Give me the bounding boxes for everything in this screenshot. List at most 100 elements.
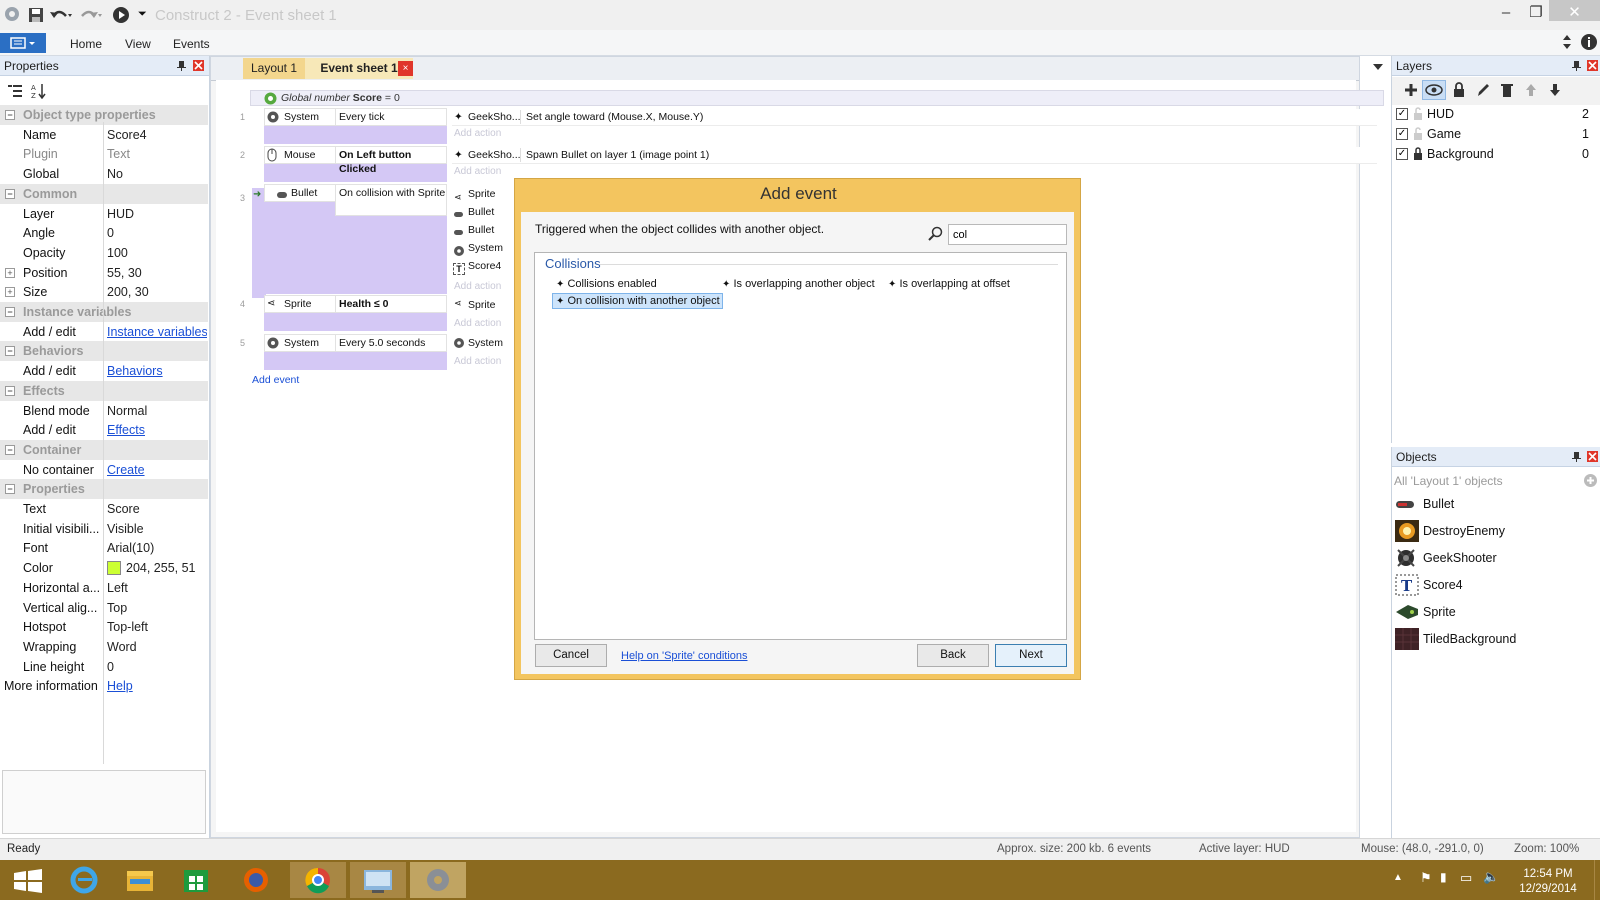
edit-layer-icon[interactable] <box>1476 82 1490 98</box>
property-row[interactable]: + Position 55, 30 <box>0 263 208 283</box>
event-condition[interactable]: On collision with Sprite <box>335 184 447 216</box>
back-button[interactable]: Back <box>917 644 989 667</box>
internet-explorer-icon[interactable] <box>56 862 112 898</box>
help-link[interactable]: Help on 'Sprite' conditions <box>621 650 748 662</box>
property-row[interactable]: Vertical alig... Top <box>0 598 208 618</box>
help-link-text[interactable]: Help on 'Sprite' conditions <box>621 650 748 662</box>
close-tab-icon[interactable]: × <box>398 61 413 76</box>
network-icon[interactable]: ▭ <box>1460 870 1472 886</box>
lock-layer-icon[interactable] <box>1452 82 1466 98</box>
property-value[interactable]: 100 <box>107 243 207 263</box>
object-row[interactable]: DestroyEnemy <box>1394 518 1594 544</box>
event-condition[interactable]: Health ≤ 0 <box>335 295 447 313</box>
customize-toolbar-icon[interactable]: ⏷ <box>138 8 147 21</box>
pin-icon[interactable] <box>176 60 187 71</box>
volume-icon[interactable]: 🔈 <box>1483 869 1499 885</box>
property-row[interactable]: Plugin Text <box>0 144 208 164</box>
property-row[interactable]: Hotspot Top-left <box>0 617 208 637</box>
add-action-link[interactable]: Add action <box>454 356 501 367</box>
property-row[interactable]: Global No <box>0 164 208 184</box>
property-row[interactable]: No container Create <box>0 460 208 480</box>
property-section-header[interactable]: − Instance variables <box>0 302 208 322</box>
control-panel-icon[interactable] <box>350 862 406 898</box>
collapse-section-icon[interactable]: − <box>5 189 15 199</box>
close-panel-icon[interactable] <box>1587 60 1598 71</box>
add-action-link[interactable]: Add action <box>454 281 501 292</box>
property-value[interactable]: Top-left <box>107 617 207 637</box>
layer-row-game[interactable]: ✓ Game 1 <box>1396 124 1596 144</box>
condition-item[interactable]: ✦ Is overlapping at offset <box>888 277 1010 292</box>
action-object-label[interactable]: Sprite <box>468 187 495 201</box>
chrome-icon[interactable] <box>290 862 346 898</box>
condition-list[interactable] <box>534 252 1067 640</box>
object-row[interactable]: GeekShooter <box>1394 545 1594 571</box>
ribbon-tab-events[interactable]: Events <box>173 37 210 51</box>
property-value[interactable]: 204, 255, 51 <box>107 558 207 578</box>
event-condition[interactable]: Every tick <box>335 108 447 126</box>
collapse-section-icon[interactable]: − <box>5 110 15 120</box>
pin-icon[interactable] <box>1571 60 1582 71</box>
property-value[interactable]: Score4 <box>107 125 207 145</box>
next-button[interactable]: Next <box>995 644 1067 667</box>
property-value[interactable]: Score <box>107 499 207 519</box>
property-row[interactable]: Add / edit Instance variables <box>0 322 208 342</box>
property-value[interactable]: HUD <box>107 204 207 224</box>
categorized-view-icon[interactable] <box>7 83 23 99</box>
collapse-section-icon[interactable]: − <box>5 307 15 317</box>
property-value[interactable]: Word <box>107 637 207 657</box>
firefox-icon[interactable] <box>228 862 284 898</box>
add-action-link[interactable]: Add action <box>454 166 501 177</box>
property-row[interactable]: Initial visibili... Visible <box>0 519 208 539</box>
add-event-link[interactable]: Add event <box>252 374 299 386</box>
layer-row-hud[interactable]: ✓ HUD 2 <box>1396 104 1596 124</box>
property-row[interactable]: Line height 0 <box>0 657 208 677</box>
construct2-taskbar-icon[interactable] <box>410 862 466 898</box>
property-value[interactable]: Arial(10) <box>107 538 207 558</box>
property-row[interactable]: + Size 200, 30 <box>0 282 208 302</box>
property-value[interactable]: 0 <box>107 223 207 243</box>
action-object-label[interactable]: Score4 <box>468 259 501 273</box>
property-row[interactable]: Blend mode Normal <box>0 401 208 421</box>
ribbon-collapse-icon[interactable] <box>1561 34 1573 50</box>
property-row[interactable]: Opacity 100 <box>0 243 208 263</box>
delete-layer-icon[interactable] <box>1500 82 1514 98</box>
event-object-cell[interactable]: Bullet <box>264 184 336 202</box>
property-link-text[interactable]: Effects <box>107 423 145 437</box>
action-center-flag-icon[interactable]: ⚑ <box>1420 870 1432 886</box>
show-desktop-button[interactable] <box>1594 860 1600 900</box>
property-value[interactable]: 200, 30 <box>107 282 207 302</box>
object-row[interactable]: T Score4 <box>1394 572 1594 598</box>
global-variable-row[interactable]: Global number Score = 0 <box>250 90 1384 106</box>
object-row[interactable]: Sprite <box>1394 599 1594 625</box>
add-layer-icon[interactable] <box>1403 82 1419 98</box>
run-layout-icon[interactable] <box>112 6 132 24</box>
expand-property-icon[interactable]: + <box>5 287 15 297</box>
property-row[interactable]: Add / edit Behaviors <box>0 361 208 381</box>
close-panel-icon[interactable] <box>1587 451 1598 462</box>
property-value[interactable]: Visible <box>107 519 207 539</box>
property-value[interactable]: No <box>107 164 207 184</box>
color-swatch[interactable] <box>107 561 121 575</box>
property-row[interactable]: Wrapping Word <box>0 637 208 657</box>
file-menu-button[interactable] <box>0 33 46 53</box>
layer-row-background[interactable]: ✓ Background 0 <box>1396 144 1596 164</box>
property-link-text[interactable]: Help <box>107 679 133 693</box>
property-link[interactable]: Behaviors <box>107 361 207 381</box>
property-link[interactable]: Instance variables <box>107 322 207 342</box>
property-value[interactable]: Text <box>107 144 207 164</box>
cancel-button[interactable]: Cancel <box>535 644 607 667</box>
collapse-section-icon[interactable]: − <box>5 484 15 494</box>
event-condition[interactable]: Every 5.0 seconds <box>335 334 447 352</box>
action-row[interactable]: ✦ GeekSho... Spawn Bullet on layer 1 (im… <box>452 147 1377 164</box>
property-row[interactable]: Name Score4 <box>0 125 208 145</box>
property-row[interactable]: Color 204, 255, 51 <box>0 558 208 578</box>
property-section-header[interactable]: − Effects <box>0 381 208 401</box>
condition-item-selected[interactable]: ✦ On collision with another object <box>552 293 723 309</box>
property-link[interactable]: Help <box>107 676 207 696</box>
property-link[interactable]: Effects <box>107 420 207 440</box>
about-icon[interactable] <box>1580 33 1598 51</box>
property-section-header[interactable]: − Properties <box>0 479 208 499</box>
property-section-header[interactable]: − Behaviors <box>0 341 208 361</box>
property-link[interactable]: Create <box>107 460 207 480</box>
add-action-link[interactable]: Add action <box>454 128 501 139</box>
